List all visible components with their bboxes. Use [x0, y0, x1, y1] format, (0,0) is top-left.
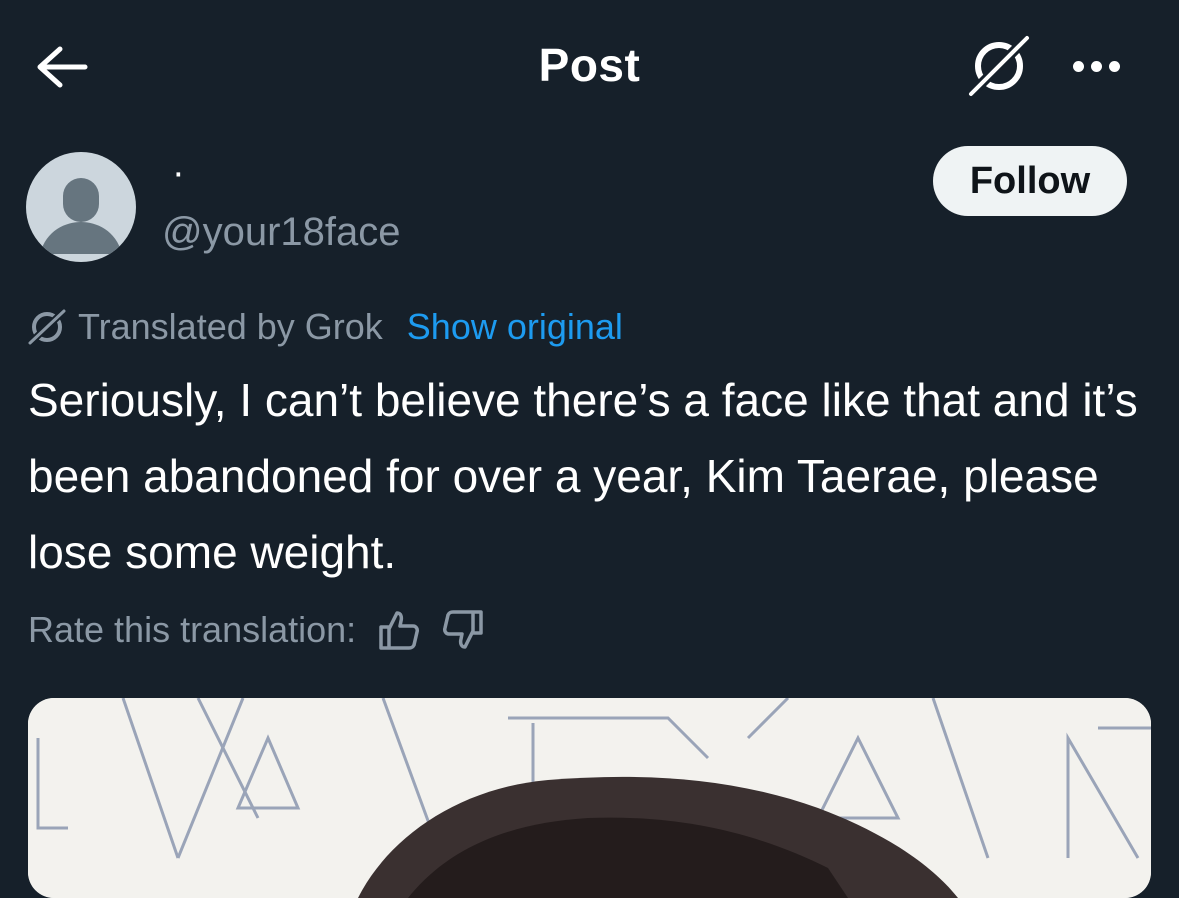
thumbs-up-icon	[379, 611, 420, 650]
show-original-link[interactable]: Show original	[407, 306, 623, 348]
post-text: Seriously, I can’t believe there’s a fac…	[28, 374, 1138, 578]
default-avatar-icon	[40, 178, 122, 254]
media-photo	[28, 698, 1151, 898]
more-horizontal-icon	[1072, 60, 1120, 72]
grok-button[interactable]	[962, 30, 1038, 100]
post-media-image[interactable]	[28, 698, 1151, 898]
rate-translation: Rate this translation:	[28, 602, 490, 658]
avatar[interactable]	[26, 152, 136, 262]
grok-icon	[26, 307, 68, 347]
grok-icon	[967, 34, 1031, 98]
translation-notice: Translated by Grok Show original	[26, 302, 623, 352]
follow-button[interactable]: Follow	[933, 146, 1127, 216]
translated-by-label: Translated by Grok	[78, 306, 383, 347]
more-button[interactable]	[1060, 40, 1132, 92]
thumbs-up-button[interactable]	[372, 603, 426, 657]
author-handle[interactable]: @your18face	[162, 210, 401, 255]
thumbs-down-icon	[443, 610, 483, 649]
top-bar: Post	[0, 0, 1179, 130]
author-display-name[interactable]: ·	[172, 152, 185, 195]
thumbs-down-button[interactable]	[436, 603, 490, 657]
rate-translation-label: Rate this translation:	[28, 609, 357, 650]
